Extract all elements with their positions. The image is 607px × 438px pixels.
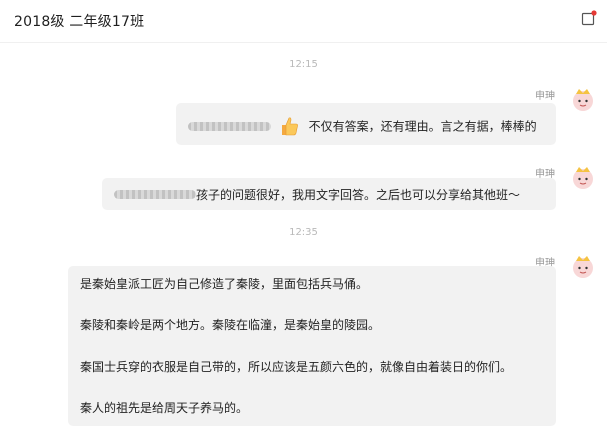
redacted-mention	[188, 121, 271, 131]
message-paragraph: 秦人的祖先是给周天子养马的。	[80, 401, 249, 415]
message-bubble[interactable]: 是秦始皇派工匠为自己修造了秦陵，里面包括兵马俑。 秦陵和秦岭是两个地方。秦陵在临…	[68, 266, 556, 426]
message-bubble[interactable]: 不仅有答案，还有理由。言之有据，棒棒的	[176, 103, 556, 145]
thumbs-up-icon	[281, 117, 298, 136]
chat-title: 2018级 二年级17班	[14, 14, 145, 30]
chat-info-icon[interactable]	[581, 10, 597, 26]
header-divider	[0, 42, 607, 43]
message-paragraph: 是秦始皇派工匠为自己修造了秦陵，里面包括兵马俑。	[80, 277, 369, 291]
timestamp: 12:35	[289, 227, 318, 238]
message-bubble[interactable]: 孩子的问题很好，我用文字回答。之后也可以分享给其他班～	[102, 178, 556, 210]
timestamp: 12:15	[289, 59, 318, 70]
sender-name: 申珅	[535, 91, 555, 102]
chat-header: 2018级 二年级17班	[0, 0, 607, 42]
message-paragraph: 秦陵和秦岭是两个地方。秦陵在临潼，是秦始皇的陵园。	[80, 318, 381, 332]
avatar-icon[interactable]	[569, 163, 597, 191]
message-paragraph: 秦国士兵穿的衣服是自己带的，所以应该是五颜六色的，就像自由着装日的你们。	[80, 360, 513, 374]
avatar-icon[interactable]	[569, 252, 597, 280]
message-text: 不仅有答案，还有理由。言之有据，棒棒的	[308, 119, 537, 134]
redacted-mention	[114, 190, 196, 199]
avatar-icon[interactable]	[569, 85, 597, 113]
message-text: 孩子的问题很好，我用文字回答。之后也可以分享给其他班～	[196, 188, 521, 202]
